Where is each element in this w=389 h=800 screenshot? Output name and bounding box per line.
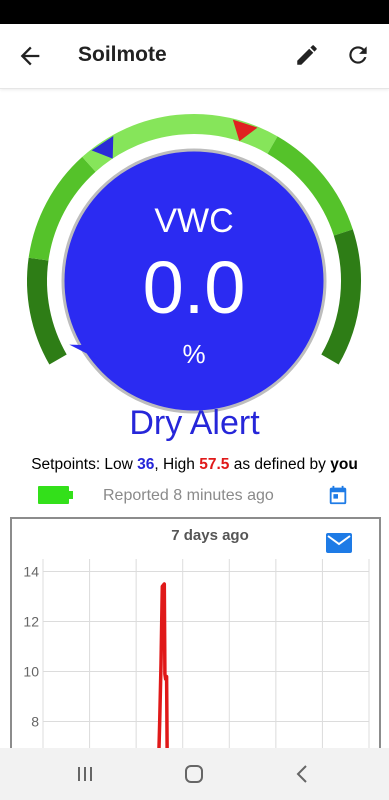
gauge-arc-dark-left: [27, 257, 67, 365]
setpoint-high-value: 57.5: [199, 456, 230, 473]
vwc-history-chart: 7 days ago 14 12 10 8: [23, 527, 370, 759]
setpoint-low-value: 36: [137, 456, 155, 473]
setpoints-prefix: Setpoints: Low: [31, 456, 138, 473]
pencil-icon[interactable]: [294, 42, 320, 68]
chart-y-axis: 14 12 10 8: [23, 564, 39, 730]
y-tick-label: 8: [31, 714, 39, 730]
recent-apps-icon[interactable]: [72, 761, 98, 787]
reported-time: Reported 8 minutes ago: [103, 487, 274, 504]
status-label: Dry Alert: [129, 404, 260, 442]
calendar-icon[interactable]: [327, 484, 349, 506]
gauge-arc-dark-right: [321, 229, 361, 365]
chart-card: 7 days ago 14 12 10 8: [10, 517, 381, 759]
status-bar: [0, 0, 389, 24]
setpoints-suffix: as defined by: [229, 456, 331, 473]
setpoints-middle: , High: [154, 456, 200, 473]
home-icon[interactable]: [181, 761, 207, 787]
system-nav-bar: [0, 748, 389, 800]
arrow-back-icon[interactable]: [16, 42, 44, 70]
gauge-value: 0.0: [143, 246, 246, 329]
refresh-icon[interactable]: [345, 42, 371, 68]
setpoints-owner: you: [330, 456, 358, 473]
chart-title: 7 days ago: [171, 527, 249, 544]
mail-icon[interactable]: [326, 533, 352, 553]
gauge-label: VWC: [154, 202, 233, 240]
y-tick-label: 12: [23, 614, 39, 630]
chart-grid: [42, 559, 370, 759]
vwc-gauge: VWC 0.0 %: [27, 114, 361, 414]
gauge-unit: %: [182, 339, 205, 369]
battery-full-icon: [38, 486, 73, 504]
page-title: Soilmote: [78, 43, 167, 66]
y-tick-label: 10: [23, 664, 39, 680]
app-bar: Soilmote: [0, 24, 389, 89]
y-tick-label: 14: [23, 564, 39, 580]
back-icon[interactable]: [290, 761, 316, 787]
setpoints-line: Setpoints: Low 36, High 57.5 as defined …: [0, 456, 389, 474]
